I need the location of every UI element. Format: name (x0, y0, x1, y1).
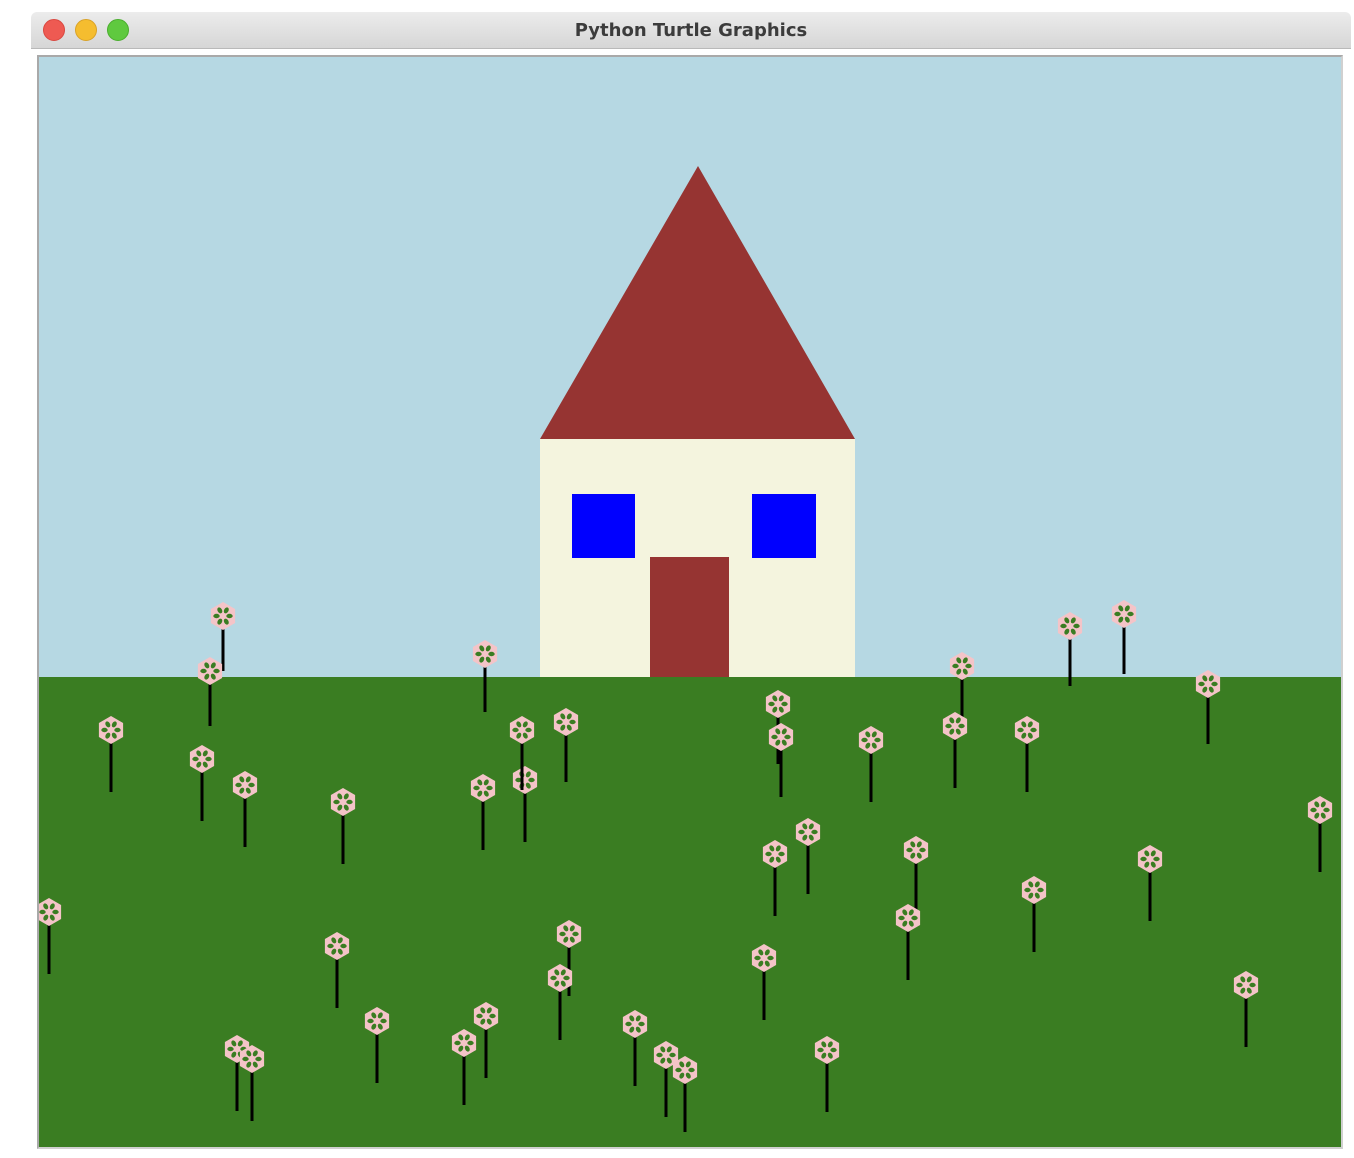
flower-center-spot (1030, 727, 1037, 733)
flower-center-spot (952, 663, 959, 669)
flower-center-spot (525, 727, 532, 733)
flower-center-spot (768, 701, 775, 707)
flower-center-spot (572, 931, 579, 937)
flower-center-spot (550, 975, 557, 981)
flower-center-spot (473, 785, 480, 791)
flower-center-spot (1024, 887, 1031, 893)
flower-center-spot (771, 734, 778, 740)
flower-center-spot (101, 727, 108, 733)
flower-center-spot (52, 909, 59, 915)
flower-center-spot (874, 737, 881, 743)
flower-center-spot (488, 651, 495, 657)
flower-center-spot (767, 955, 774, 961)
flower-center-spot (235, 782, 242, 788)
flower-center-spot (380, 1018, 387, 1024)
flower-center-spot (945, 723, 952, 729)
flower-center-spot (798, 829, 805, 835)
flower-center-spot (340, 943, 347, 949)
turtle-canvas[interactable] (39, 57, 1341, 1147)
flower-center-spot (563, 975, 570, 981)
flower-center-spot (784, 734, 791, 740)
flower-center-spot (688, 1067, 695, 1073)
flower-center-spot (1198, 681, 1205, 687)
flower-center-spot (1236, 982, 1243, 988)
flower-center-spot (226, 613, 233, 619)
flower-center-spot (454, 1040, 461, 1046)
flower-center-spot (1037, 887, 1044, 893)
flower-center-spot (192, 756, 199, 762)
flower-center-spot (754, 955, 761, 961)
flower-center-spot (346, 799, 353, 805)
flower-center-spot (512, 727, 519, 733)
flower-center-spot (675, 1067, 682, 1073)
flower-center-spot (213, 668, 220, 674)
flower-center-spot (1153, 856, 1160, 862)
flower-center-spot (1073, 623, 1080, 629)
flower-center-spot (367, 1018, 374, 1024)
flower-center-spot (476, 1013, 483, 1019)
flower-center-spot (227, 1046, 234, 1052)
flower-center-spot (669, 1052, 676, 1058)
flower-center-spot (911, 915, 918, 921)
window-title: Python Turtle Graphics (574, 20, 808, 41)
flower-center-spot (906, 847, 913, 853)
flower-center-spot (830, 1047, 837, 1053)
flower-center-spot (205, 756, 212, 762)
flower-center-spot (1211, 681, 1218, 687)
flower-center-spot (255, 1056, 262, 1062)
flower-center-spot (39, 909, 46, 915)
flower-center-spot (1060, 623, 1067, 629)
flower-center-spot (489, 1013, 496, 1019)
flower-center-spot (1323, 807, 1330, 813)
flower-center-spot (817, 1047, 824, 1053)
flower-center-spot (528, 777, 535, 783)
flower-center-spot (1127, 611, 1134, 617)
flower-center-spot (327, 943, 334, 949)
house-right-window (752, 494, 816, 558)
flower-center-spot (778, 851, 785, 857)
flower-center-spot (569, 719, 576, 725)
flower-center-spot (958, 723, 965, 729)
flower-center-spot (333, 799, 340, 805)
flower-center-spot (559, 931, 566, 937)
flower-center-spot (114, 727, 121, 733)
flower-center-spot (1140, 856, 1147, 862)
flower-center-spot (213, 613, 220, 619)
flower-center-spot (1017, 727, 1024, 733)
flower-center-spot (1310, 807, 1317, 813)
flower-center-spot (811, 829, 818, 835)
flower-center-spot (781, 701, 788, 707)
flower-center-spot (467, 1040, 474, 1046)
flower-center-spot (200, 668, 207, 674)
flower-center-spot (898, 915, 905, 921)
flower-center-spot (556, 719, 563, 725)
flower-center-spot (1114, 611, 1121, 617)
flower-center-spot (475, 651, 482, 657)
title-bar[interactable]: Python Turtle Graphics (31, 12, 1351, 49)
house-left-window (572, 494, 635, 558)
house-door (650, 557, 729, 677)
flower-center-spot (242, 1056, 249, 1062)
flower-center-spot (765, 851, 772, 857)
flower-center-spot (486, 785, 493, 791)
flower-center-spot (919, 847, 926, 853)
flower-center-spot (861, 737, 868, 743)
flower-center-spot (625, 1021, 632, 1027)
flower-center-spot (965, 663, 972, 669)
flower-center-spot (248, 782, 255, 788)
flower-center-spot (1249, 982, 1256, 988)
flower-center-spot (638, 1021, 645, 1027)
flower-center-spot (656, 1052, 663, 1058)
